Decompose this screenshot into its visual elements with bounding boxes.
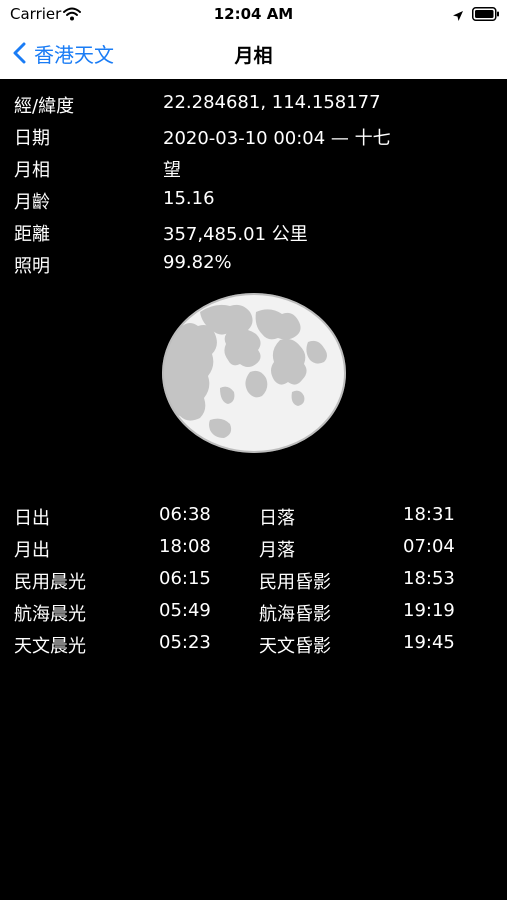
info-row-distance: 距離 357,485.01 公里 bbox=[0, 215, 507, 247]
time-row-nautical-twilight: 航海晨光 05:49 航海昏影 19:19 bbox=[0, 595, 507, 627]
time-label: 航海晨光 bbox=[14, 604, 86, 625]
battery-icon bbox=[472, 6, 500, 25]
time-value: 06:38 bbox=[159, 504, 211, 525]
time-label: 月落 bbox=[259, 540, 295, 561]
info-row-coordinates: 經/緯度 22.284681, 114.158177 bbox=[0, 87, 507, 119]
time-value: 18:53 bbox=[403, 568, 455, 589]
time-label: 民用晨光 bbox=[14, 572, 86, 593]
time-value: 18:31 bbox=[403, 504, 455, 525]
info-value: 望 bbox=[163, 160, 181, 181]
status-bar: Carrier 12:04 AM bbox=[0, 0, 507, 30]
time-label: 航海昏影 bbox=[259, 604, 331, 625]
info-row-age: 月齡 15.16 bbox=[0, 183, 507, 215]
time-row-sun: 日出 06:38 日落 18:31 bbox=[0, 499, 507, 531]
info-value: 2020-03-10 00:04 — 十七 bbox=[163, 128, 391, 149]
moon-image bbox=[160, 292, 348, 454]
time-value: 19:45 bbox=[403, 632, 455, 653]
info-row-illumination: 照明 99.82% bbox=[0, 247, 507, 279]
info-value: 357,485.01 公里 bbox=[163, 224, 308, 245]
info-label: 照明 bbox=[14, 256, 50, 277]
info-row-date: 日期 2020-03-10 00:04 — 十七 bbox=[0, 119, 507, 151]
status-time: 12:04 AM bbox=[213, 5, 294, 23]
page-title: 月相 bbox=[234, 45, 273, 67]
time-value: 18:08 bbox=[159, 536, 211, 557]
time-label: 日出 bbox=[14, 508, 50, 529]
time-value: 06:15 bbox=[159, 568, 211, 589]
info-label: 月相 bbox=[14, 160, 50, 181]
info-value: 22.284681, 114.158177 bbox=[163, 92, 381, 113]
time-row-moon: 月出 18:08 月落 07:04 bbox=[0, 531, 507, 563]
time-label: 月出 bbox=[14, 540, 50, 561]
info-label: 日期 bbox=[14, 128, 50, 149]
location-arrow-icon bbox=[452, 7, 464, 26]
time-row-civil-twilight: 民用晨光 06:15 民用昏影 18:53 bbox=[0, 563, 507, 595]
time-row-astronomical-twilight: 天文晨光 05:23 天文昏影 19:45 bbox=[0, 627, 507, 659]
info-label: 經/緯度 bbox=[14, 96, 75, 117]
time-value: 05:23 bbox=[159, 632, 211, 653]
info-value: 15.16 bbox=[163, 188, 215, 209]
info-label: 月齡 bbox=[14, 192, 50, 213]
navigation-bar: 香港天文 月相 bbox=[0, 30, 507, 79]
time-value: 05:49 bbox=[159, 600, 211, 621]
time-label: 日落 bbox=[259, 508, 295, 529]
info-value: 99.82% bbox=[163, 252, 232, 273]
time-label: 天文晨光 bbox=[14, 636, 86, 657]
time-label: 天文昏影 bbox=[259, 636, 331, 657]
time-value: 19:19 bbox=[403, 600, 455, 621]
info-row-phase: 月相 望 bbox=[0, 151, 507, 183]
time-value: 07:04 bbox=[403, 536, 455, 557]
time-label: 民用昏影 bbox=[259, 572, 331, 593]
info-label: 距離 bbox=[14, 224, 50, 245]
